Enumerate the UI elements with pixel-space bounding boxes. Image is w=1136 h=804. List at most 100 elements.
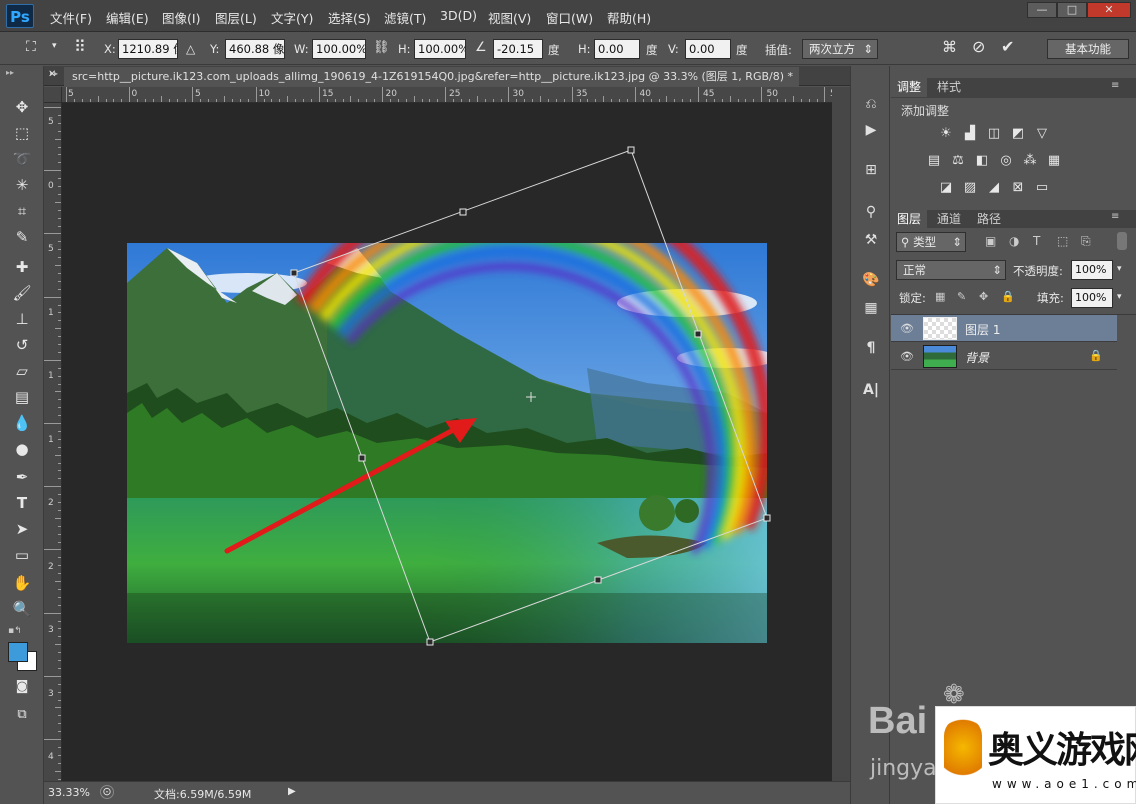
filter-pixel-icon[interactable]: ▣ [985, 234, 996, 248]
tab-styles[interactable]: 样式 [931, 78, 967, 97]
tab-layers[interactable]: 图层 [891, 210, 928, 228]
chevron-down-icon[interactable]: ▾ [52, 41, 57, 51]
blur-tool-icon[interactable]: 💧 [11, 412, 33, 434]
document-image[interactable] [127, 243, 767, 643]
layer-row-layer1[interactable]: 👁 图层 1 [891, 315, 1117, 342]
menu-3d[interactable]: 3D(D) [440, 8, 477, 23]
height-field[interactable]: 100.00% [414, 39, 466, 59]
layer-name[interactable]: 图层 1 [965, 321, 1000, 338]
chevron-down-icon[interactable]: ▾ [1117, 264, 1122, 274]
selective-color-icon[interactable]: ▭ [1033, 180, 1051, 196]
tool-presets-icon[interactable]: ⚒ [861, 230, 881, 250]
curves-icon[interactable]: ◫ [985, 126, 1003, 142]
zoom-tool-icon[interactable]: 🔍 [11, 598, 33, 620]
reference-point-icon[interactable]: ⠿ [74, 37, 86, 56]
visibility-eye-icon[interactable]: 👁 [900, 350, 914, 363]
cancel-transform-icon[interactable]: ⊘ [972, 37, 985, 56]
commit-transform-icon[interactable]: ✔ [1001, 37, 1014, 56]
brush-tool-icon[interactable]: 🖌 [11, 282, 33, 304]
layer-name[interactable]: 背景 [965, 349, 989, 366]
warp-icon[interactable]: ⌘ [942, 38, 957, 56]
menu-image[interactable]: 图像(I) [162, 8, 200, 27]
dodge-tool-icon[interactable]: ● [11, 438, 33, 460]
info-icon[interactable]: ⊞ [861, 160, 881, 180]
vskew-field[interactable]: 0.00 [685, 39, 731, 59]
history-brush-icon[interactable]: ↺ [11, 334, 33, 356]
menu-file[interactable]: 文件(F) [50, 8, 92, 27]
actions-icon[interactable]: ▶ [861, 120, 881, 140]
type-tool-icon[interactable]: T [11, 492, 33, 514]
fill-field[interactable]: 100% [1071, 288, 1113, 308]
angle-field[interactable]: -20.15 [493, 39, 543, 59]
character-icon[interactable]: A| [861, 380, 881, 400]
ruler-origin[interactable] [44, 87, 62, 103]
swatches-icon[interactable]: ▦ [861, 298, 881, 318]
lasso-tool-icon[interactable]: ➰ [11, 148, 33, 170]
crop-tool-icon[interactable]: ⌗ [11, 200, 33, 222]
layer-filter-select[interactable]: ⚲ 类型 ⇕ [896, 232, 966, 252]
share-icon[interactable]: ⊙ [100, 785, 114, 799]
tab-adjustments[interactable]: 调整 [891, 78, 928, 97]
panel-menu-icon[interactable]: ≡ [1111, 80, 1119, 91]
menu-select[interactable]: 选择(S) [328, 8, 371, 27]
channel-mixer-icon[interactable]: ⁂ [1021, 153, 1039, 169]
workspace-button[interactable]: 基本功能 [1047, 39, 1129, 59]
eyedropper-icon[interactable]: ✎ [11, 226, 33, 248]
default-colors-icon[interactable]: ▪↰ [8, 626, 22, 636]
black-white-icon[interactable]: ◧ [973, 153, 991, 169]
threshold-icon[interactable]: ◢ [985, 180, 1003, 196]
filter-shape-icon[interactable]: ⬚ [1057, 234, 1068, 248]
eraser-icon[interactable]: ▱ [11, 360, 33, 382]
restore-button[interactable]: □ [1057, 2, 1087, 18]
tab-channels[interactable]: 通道 [931, 210, 967, 228]
marquee-tool-icon[interactable]: ⬚ [11, 122, 33, 144]
x-field[interactable]: 1210.89 像 [118, 39, 178, 59]
menu-edit[interactable]: 编辑(E) [106, 8, 149, 27]
brightness-icon[interactable]: ☀ [937, 126, 955, 142]
path-selection-icon[interactable]: ➤ [11, 518, 33, 540]
filter-toggle[interactable] [1117, 232, 1127, 250]
lock-transparent-icon[interactable]: ▦ [935, 290, 945, 303]
lock-move-icon[interactable]: ✥ [979, 290, 988, 303]
opacity-field[interactable]: 100% [1071, 260, 1113, 280]
link-icon[interactable]: ⛓ [373, 40, 390, 55]
tab-paths[interactable]: 路径 [971, 210, 1007, 228]
y-field[interactable]: 460.88 像 [225, 39, 285, 59]
close-document-icon[interactable]: ✕ [48, 69, 56, 80]
color-balance-icon[interactable]: ⚖ [949, 153, 967, 169]
history-icon[interactable]: ⎌ [861, 94, 881, 114]
status-menu-icon[interactable]: ▶ [288, 786, 296, 797]
menu-view[interactable]: 视图(V) [488, 8, 531, 27]
menu-help[interactable]: 帮助(H) [607, 8, 651, 27]
filter-adjustment-icon[interactable]: ◑ [1009, 234, 1019, 248]
minimize-button[interactable]: — [1027, 2, 1057, 18]
visibility-eye-icon[interactable]: 👁 [900, 322, 914, 335]
layers-menu-icon[interactable]: ≡ [1111, 211, 1119, 222]
photo-filter-icon[interactable]: ◎ [997, 153, 1015, 169]
vertical-scrollbar[interactable] [832, 87, 850, 781]
posterize-icon[interactable]: ▨ [961, 180, 979, 196]
hand-tool-icon[interactable]: ✋ [11, 572, 33, 594]
move-tool-icon[interactable]: ✥ [11, 96, 33, 118]
pen-tool-icon[interactable]: ✒ [11, 466, 33, 488]
lock-all-icon[interactable]: 🔒 [1001, 290, 1015, 303]
filter-type-icon[interactable]: T [1033, 234, 1040, 248]
zoom-level[interactable]: 33.33% [48, 786, 90, 799]
exposure-icon[interactable]: ◩ [1009, 126, 1027, 142]
gradient-map-icon[interactable]: ⊠ [1009, 180, 1027, 196]
color-icon[interactable]: 🎨 [861, 270, 881, 290]
color-lookup-icon[interactable]: ▦ [1045, 153, 1063, 169]
menu-window[interactable]: 窗口(W) [546, 8, 593, 27]
lock-paint-icon[interactable]: ✎ [957, 290, 966, 303]
filter-smart-object-icon[interactable]: ⎘ [1081, 234, 1091, 249]
invert-icon[interactable]: ◪ [937, 180, 955, 196]
chevron-down-icon[interactable]: ▾ [1117, 292, 1122, 302]
paragraph-icon[interactable]: ¶ [861, 338, 881, 358]
clone-stamp-icon[interactable]: ⊥ [11, 308, 33, 330]
hskew-field[interactable]: 0.00 [594, 39, 640, 59]
menu-filter[interactable]: 滤镜(T) [384, 8, 426, 27]
shape-tool-icon[interactable]: ▭ [11, 544, 33, 566]
delta-icon[interactable]: △ [186, 42, 195, 56]
width-field[interactable]: 100.00% [312, 39, 366, 59]
magic-wand-icon[interactable]: ✳ [11, 174, 33, 196]
